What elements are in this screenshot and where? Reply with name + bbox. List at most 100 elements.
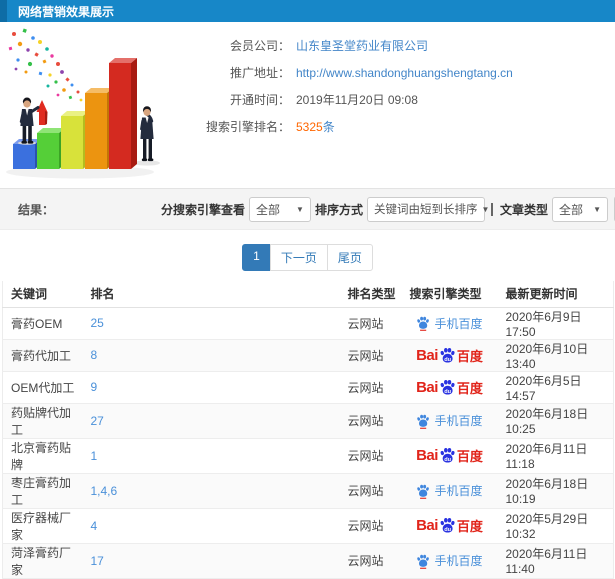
rank-cell: 25 <box>82 307 340 340</box>
last-page-button[interactable]: 尾页 <box>326 244 373 271</box>
company-link[interactable]: 山东皇圣堂药业有限公司 <box>296 37 428 54</box>
rank-link[interactable]: 4 <box>91 519 98 533</box>
vertical-divider <box>490 202 493 216</box>
rank-count-unit: 条 <box>322 120 335 134</box>
rank-type-cell: 云网站 <box>339 473 402 509</box>
engine-type-cell: 手机百度 <box>401 543 498 579</box>
svg-text:du: du <box>444 457 451 463</box>
article-type-label: 文章类型 <box>499 202 548 217</box>
article-type-select[interactable]: 全部 ▼ <box>552 196 608 222</box>
svg-text:du: du <box>444 356 451 362</box>
baidu-paw-icon <box>417 414 430 429</box>
column-header-4: 最新更新时间 <box>497 281 614 308</box>
rank-link[interactable]: 25 <box>91 316 104 330</box>
info-row-rank-count: 搜索引擎排名： 5325条 <box>190 113 615 140</box>
keyword-cell: 医疗器械厂家 <box>2 508 83 544</box>
rank-link[interactable]: 9 <box>91 380 98 394</box>
rank-type-cell: 云网站 <box>339 403 402 439</box>
rank-link[interactable]: 1,4,6 <box>91 484 118 498</box>
updated-time-cell: 2020年6月9日 17:50 <box>497 307 614 340</box>
chevron-down-icon: ▼ <box>593 204 601 214</box>
updated-time-cell: 2020年6月18日 10:19 <box>497 473 614 509</box>
column-header-0: 关键词 <box>2 281 83 308</box>
sort-select[interactable]: 关键词由短到长排序 ▼ <box>366 196 489 222</box>
mobile-baidu-logo: 手机百度 <box>416 482 483 499</box>
keyword-cell: 北京膏药贴牌 <box>2 438 83 474</box>
column-header-2: 排名类型 <box>339 281 402 308</box>
info-row-opened: 开通时间： 2019年11月20日 09:08 <box>190 86 615 113</box>
rank-type-cell: 云网站 <box>339 438 402 474</box>
baidu-logo-bai: Bai <box>416 447 438 464</box>
rank-link[interactable]: 1 <box>91 449 98 463</box>
bar-orange <box>85 88 113 169</box>
engine-type-cell: Bai du 百度 <box>401 339 498 372</box>
keyword-cell: 膏药代加工 <box>2 339 83 372</box>
baidu-paw-icon: du <box>440 517 455 533</box>
rank-link[interactable]: 17 <box>91 554 104 568</box>
updated-time-cell: 2020年6月11日 11:40 <box>497 543 614 579</box>
rank-type-cell: 云网站 <box>339 371 402 404</box>
info-row-url: 推广地址： http://www.shandonghuangshengtang.… <box>190 59 615 86</box>
baidu-paw-icon <box>417 484 430 499</box>
rank-link[interactable]: 27 <box>91 414 104 428</box>
baidu-paw-icon: du <box>440 347 455 362</box>
baidu-paw-icon <box>417 316 430 331</box>
sort-select-value: 关键词由短到长排序 <box>373 204 478 216</box>
baidu-logo-cn: 百度 <box>456 519 483 534</box>
table-header-row: 关键词 排名 排名类型 搜索引擎类型 最新更新时间 <box>2 281 614 308</box>
article-type-select-value: 全部 <box>559 202 584 217</box>
page-title: 网络营销效果展示 <box>18 4 115 19</box>
table-row: OEM代加工 9 云网站 Bai du 百度 2020年6月5日 14:57 <box>2 371 614 404</box>
baidu-paw-icon: du <box>440 447 455 463</box>
keyword-cell: OEM代加工 <box>2 371 83 404</box>
pagination: 1 下一页 尾页 <box>0 244 615 271</box>
table-row: 医疗器械厂家 4 云网站 Bai du 百度 2020年5月29日 10:32 <box>2 508 614 544</box>
mobile-baidu-label: 手机百度 <box>434 414 483 428</box>
svg-text:du: du <box>444 388 451 394</box>
promo-url-link[interactable]: http://www.shandonghuangshengtang.cn <box>296 66 513 80</box>
baidu-logo-bai: Bai <box>416 378 438 396</box>
engine-select[interactable]: 全部 ▼ <box>248 196 311 222</box>
baidu-paw-icon: du <box>440 379 455 394</box>
result-label: 结果： <box>18 202 55 217</box>
baidu-logo: Bai du 百度 <box>416 346 483 365</box>
keyword-cell: 菏泽膏药厂家 <box>2 543 83 579</box>
filter-controls: 分搜索引擎查看 全部 ▼ 排序方式 关键词由短到长排序 ▼ 文章类型 全部 ▼ … <box>157 196 615 222</box>
svg-text:du: du <box>444 527 451 533</box>
rank-type-cell: 云网站 <box>339 508 402 544</box>
baidu-logo: Bai du 百度 <box>416 446 483 465</box>
header-accent-bar <box>0 0 7 22</box>
rank-cell: 4 <box>82 508 340 544</box>
table-row: 膏药OEM 25 云网站 手机百度 2020年6月9日 17:50 <box>2 307 614 340</box>
baidu-logo-cn: 百度 <box>456 380 483 396</box>
rank-type-cell: 云网站 <box>339 543 402 579</box>
marketing-report-page: 网络营销效果展示 会员公司： 山东皇圣堂药业有限公司 推广地址： http://… <box>0 0 615 579</box>
up-arrow-icon <box>36 100 48 125</box>
table-row: 北京膏药贴牌 1 云网站 Bai du 百度 2020年6月11日 11:18 <box>2 438 614 474</box>
businessman-right <box>140 106 154 162</box>
rank-cell: 8 <box>82 339 340 372</box>
mobile-baidu-logo: 手机百度 <box>416 412 483 429</box>
mobile-baidu-label: 手机百度 <box>434 484 483 498</box>
rank-cell: 17 <box>82 543 340 579</box>
results-table: 关键词 排名 排名类型 搜索引擎类型 最新更新时间 膏药OEM 25 云网站 手机百度 202… <box>2 281 614 579</box>
updated-time-cell: 2020年6月10日 13:40 <box>497 339 614 372</box>
baidu-logo-cn: 百度 <box>456 449 483 464</box>
rank-link[interactable]: 8 <box>91 348 98 362</box>
mobile-baidu-logo: 手机百度 <box>416 315 483 332</box>
businessman-left <box>18 97 40 145</box>
mobile-baidu-label: 手机百度 <box>434 316 483 331</box>
rank-count-label: 搜索引擎排名： <box>205 120 290 134</box>
updated-time-cell: 2020年6月18日 10:25 <box>497 403 614 439</box>
page-1-button[interactable]: 1 <box>242 244 271 271</box>
promo-url-label: 推广地址： <box>229 66 290 80</box>
mobile-baidu-label: 手机百度 <box>434 554 483 568</box>
rank-type-cell: 云网站 <box>339 339 402 372</box>
table-row: 菏泽膏药厂家 17 云网站 手机百度 2020年6月11日 11:40 <box>2 543 614 579</box>
company-label: 会员公司： <box>229 39 290 53</box>
growth-chart-illustration <box>6 28 160 179</box>
baidu-logo: Bai du 百度 <box>416 378 483 397</box>
next-page-button[interactable]: 下一页 <box>269 244 328 271</box>
baidu-paw-icon <box>417 554 430 569</box>
confetti-dots <box>8 28 83 102</box>
